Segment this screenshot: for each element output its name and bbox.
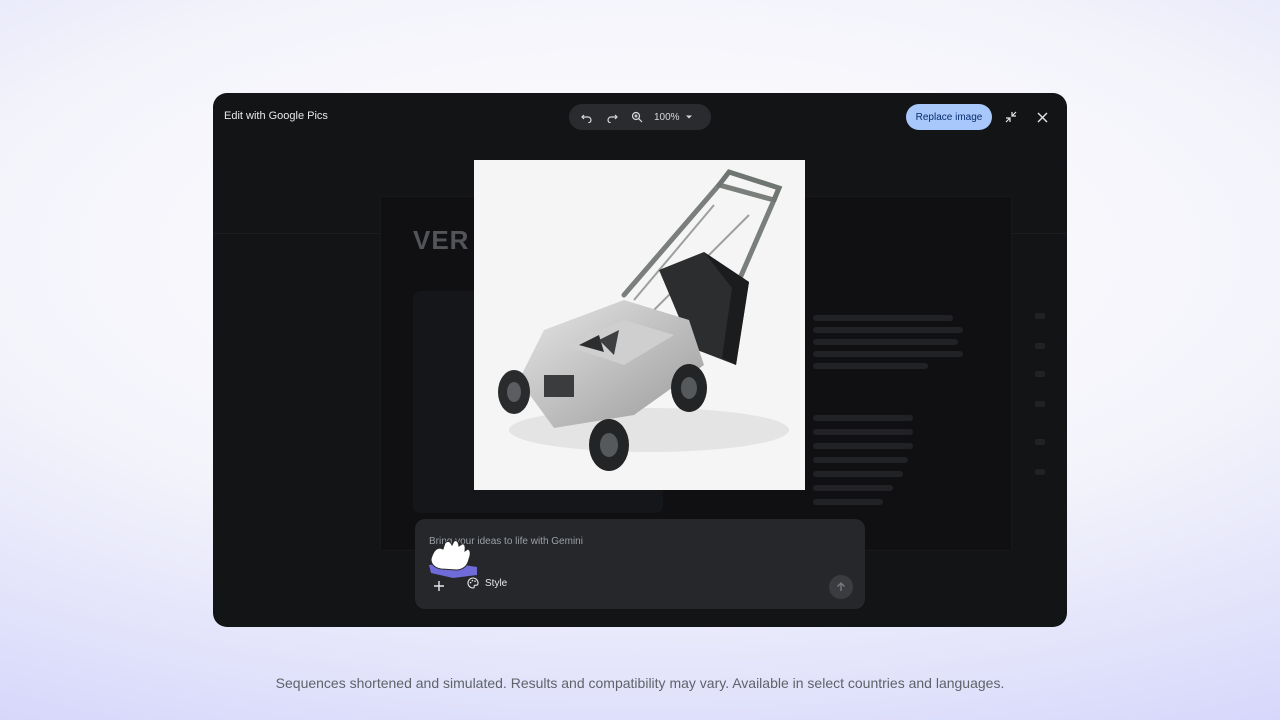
replace-image-button[interactable]: Replace image <box>906 104 992 130</box>
lawn-mower-image <box>474 160 805 490</box>
close-button[interactable] <box>1032 107 1052 127</box>
background-text-line <box>813 327 963 333</box>
background-rail-icon <box>1035 313 1045 319</box>
gemini-prompt-panel: Style <box>415 519 865 609</box>
background-heading: VER <box>413 225 470 255</box>
image-toolbar: 100% <box>569 104 711 130</box>
background-rail-icon <box>1035 343 1045 349</box>
background-text-line <box>813 415 913 421</box>
background-rail-icon <box>1035 439 1045 445</box>
background-text-line <box>813 457 908 463</box>
redo-icon <box>607 114 618 123</box>
style-button[interactable]: Style <box>467 577 507 589</box>
zoom-level-value: 100% <box>654 111 680 123</box>
disclaimer-text: Sequences shortened and simulated. Resul… <box>275 675 1005 691</box>
background-rail-icon <box>1035 401 1045 407</box>
background-text-line <box>813 499 883 505</box>
background-text-line <box>813 429 913 435</box>
redo-button[interactable] <box>601 106 623 128</box>
send-button[interactable] <box>829 575 853 599</box>
background-text-line <box>813 315 953 321</box>
background-text-line <box>813 471 903 477</box>
background-text-line <box>813 339 958 345</box>
chevron-down-icon <box>685 115 692 119</box>
background-rail-icon <box>1035 371 1045 377</box>
hand-cursor-icon <box>429 540 477 578</box>
arrow-up-icon <box>837 582 845 591</box>
background-rail-icon <box>1035 469 1045 475</box>
prompt-input[interactable] <box>427 535 811 548</box>
collapse-button[interactable] <box>1001 107 1021 127</box>
collapse-icon <box>1005 111 1017 123</box>
plus-icon <box>434 581 444 591</box>
zoom-in-icon <box>631 111 643 123</box>
dialog-title: Edit with Google Pics <box>224 110 328 122</box>
undo-icon <box>581 114 592 123</box>
lawn-mower-illustration <box>474 160 805 490</box>
palette-icon <box>467 577 479 589</box>
background-text-line <box>813 363 928 369</box>
close-icon <box>1037 112 1047 122</box>
style-label: Style <box>485 577 508 589</box>
edit-dialog: VER Edit with Google Pics 100% Replace i… <box>213 93 1067 627</box>
add-button[interactable] <box>429 576 449 596</box>
background-text-line <box>813 485 893 491</box>
zoom-in-button[interactable] <box>626 106 648 128</box>
background-text-line <box>813 351 963 357</box>
zoom-level-dropdown[interactable]: 100% <box>654 112 693 123</box>
undo-button[interactable] <box>576 106 598 128</box>
background-text-line <box>813 443 913 449</box>
